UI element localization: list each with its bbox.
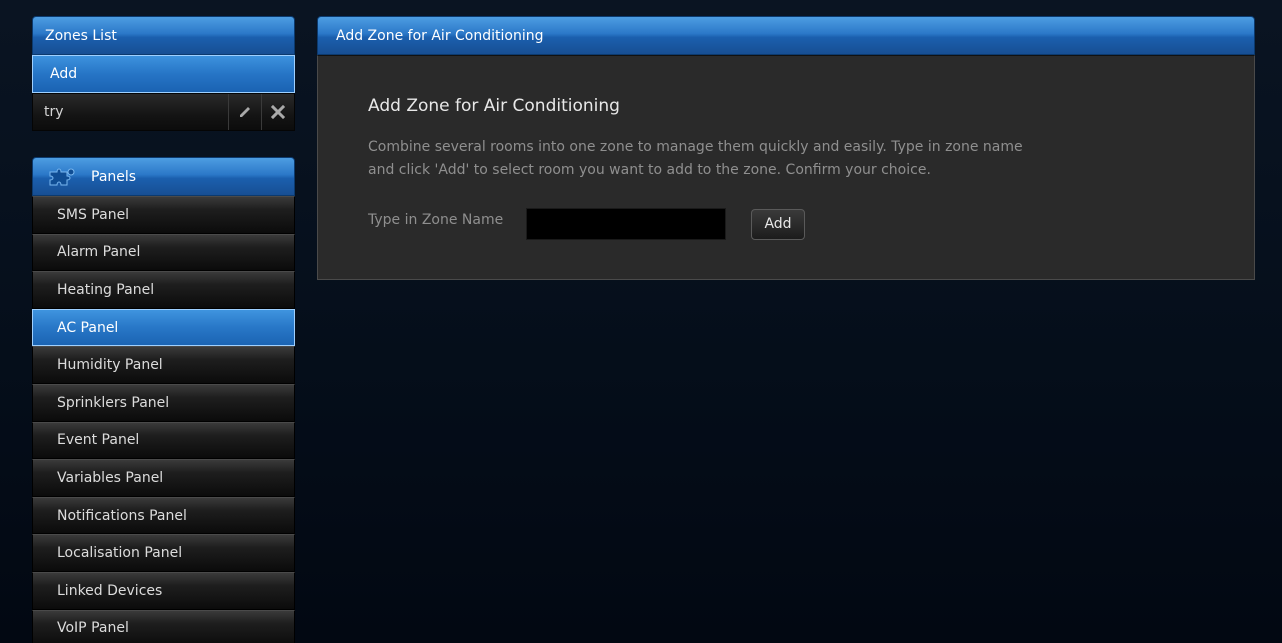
panel-item-label: Alarm Panel [57,244,141,261]
zone-actions [228,94,294,130]
zones-list: Zones List Add try [32,16,295,131]
page-title: Add Zone for Air Conditioning [368,96,620,116]
zone-name-input[interactable] [526,208,726,240]
panel-item-localisation-panel[interactable]: Localisation Panel [32,534,295,572]
zone-name-label: Type in Zone Name [368,212,504,228]
panel-item-label: Sprinklers Panel [57,394,170,411]
panels-title: Panels [91,168,137,185]
add-button[interactable]: Add [751,208,805,240]
panel-item-event-panel[interactable]: Event Panel [32,421,295,460]
panels-menu: Panels SMS Panel Alarm Panel Heating Panel… [32,157,295,643]
main-header: Add Zone for Air Conditioning [317,16,1255,55]
panel-item-label: Event Panel [57,432,140,449]
close-icon [271,105,285,119]
panel-item-sms-panel[interactable]: SMS Panel [32,196,295,234]
panel-item-heating-panel[interactable]: Heating Panel [32,271,295,309]
edit-zone-button[interactable] [228,94,261,130]
add-zone-label: Add [50,66,78,82]
main-body: Add Zone for Air Conditioning Combine se… [317,55,1255,280]
page-description: Combine several rooms into one zone to m… [368,139,1023,178]
puzzle-icon [49,168,75,185]
delete-zone-button[interactable] [261,94,294,130]
panel-item-label: SMS Panel [57,206,130,223]
panel-item-ac-panel[interactable]: AC Panel [32,308,295,347]
pencil-icon [240,107,250,117]
zones-list-title: Zones List [45,27,117,44]
panel-item-label: Localisation Panel [57,545,183,562]
panel-item-sprinklers-panel[interactable]: Sprinklers Panel [32,383,295,422]
panel-item-humidity-panel[interactable]: Humidity Panel [32,346,295,384]
panel-item-voip-panel[interactable]: VoIP Panel [32,609,295,643]
panel-item-variables-panel[interactable]: Variables Panel [32,459,295,497]
panel-item-label: Humidity Panel [57,357,163,374]
panel-item-notifications-panel[interactable]: Notifications Panel [32,496,295,535]
panel-item-label: Heating Panel [57,281,155,298]
main-header-title: Add Zone for Air Conditioning [336,27,544,44]
panel-item-label: Notifications Panel [57,507,187,524]
zone-name: try [44,104,64,120]
panel-item-linked-devices[interactable]: Linked Devices [32,571,295,610]
add-zone-button[interactable]: Add [32,55,295,93]
panel-item-label: VoIP Panel [57,620,129,637]
panel-item-label: AC Panel [57,319,119,336]
panels-header: Panels [32,157,295,196]
main-panel: Add Zone for Air Conditioning Add Zone f… [317,16,1255,280]
panel-item-alarm-panel[interactable]: Alarm Panel [32,233,295,272]
panels-list: SMS Panel Alarm Panel Heating Panel AC Pane… [32,196,295,643]
panel-item-label: Linked Devices [57,582,163,599]
zone-form: Type in Zone Name Add [368,208,1254,240]
zones-list-header: Zones List [32,16,295,55]
zone-item[interactable]: try [32,93,295,131]
panel-item-label: Variables Panel [57,469,164,486]
